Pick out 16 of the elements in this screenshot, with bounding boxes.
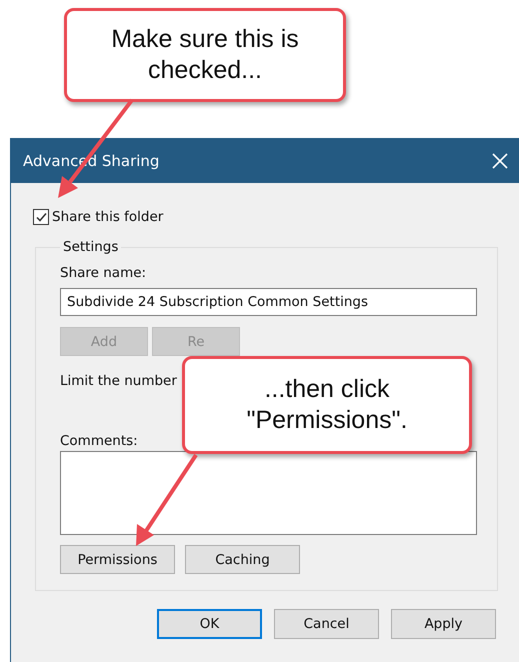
dialog-button[interactable]: OK — [157, 609, 262, 639]
checkbox-label: Share this folder — [52, 209, 164, 225]
limit-text: Limit the number — [60, 373, 177, 389]
dialog-button[interactable]: Caching — [185, 545, 300, 574]
dialog-button[interactable]: Permissions — [60, 545, 175, 574]
field-label: Share name: — [60, 265, 148, 281]
callout-text: ...then click "Permissions". — [246, 374, 408, 436]
checkbox[interactable] — [33, 209, 49, 225]
group-title: Settings — [62, 239, 120, 255]
dialog-button[interactable]: Cancel — [274, 609, 379, 639]
comments-field[interactable] — [60, 451, 477, 535]
share-name-field[interactable]: Subdivide 24 Subscription Common Settings — [60, 288, 477, 316]
dialog-button[interactable]: Apply — [391, 609, 496, 639]
close-icon[interactable] — [492, 152, 508, 168]
field-label: Comments: — [60, 433, 139, 449]
callout-text: Make sure this is checked... — [111, 24, 299, 86]
